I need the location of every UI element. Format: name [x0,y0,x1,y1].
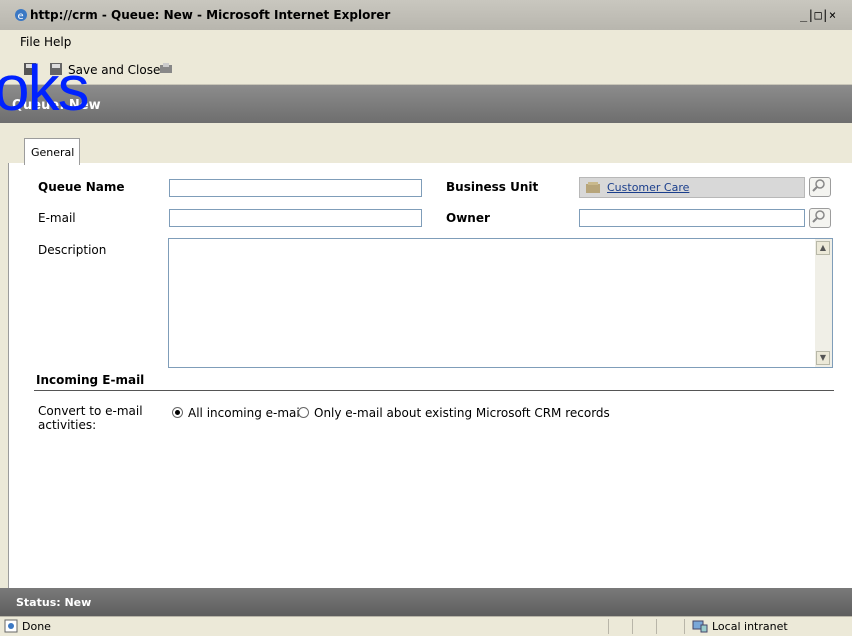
email-label: E-mail [38,211,76,225]
browser-status-text: Done [22,620,51,633]
description-textarea[interactable]: ▲ ▼ [168,238,833,368]
ie-icon: e [15,9,27,22]
owner-input[interactable] [579,209,805,227]
scroll-up-icon[interactable]: ▲ [816,241,830,255]
lookup-icon [812,210,825,223]
page-done-icon [4,619,18,633]
status-separator [608,619,609,634]
email-input[interactable] [169,209,422,227]
business-unit-field: Customer Care [579,177,805,198]
tab-strip [8,123,852,163]
watermark-text: oks [0,52,90,124]
window-title: http://crm - Queue: New - Microsoft Inte… [30,8,391,22]
tab-general[interactable]: General [24,138,80,165]
menu-bar: File Help [0,30,852,52]
toolbar: Save and Close [0,56,852,85]
scroll-down-icon[interactable]: ▼ [816,351,830,365]
owner-label: Owner [446,211,490,225]
radio-existing-records-label: Only e-mail about existing Microsoft CRM… [314,406,610,420]
radio-all-incoming[interactable] [172,407,183,418]
lookup-icon [812,179,825,192]
menu-file[interactable]: File [20,35,40,49]
svg-text:e: e [18,11,24,22]
status-bar: Status: New [0,588,852,616]
convert-label: Convert to e-mail activities: [38,404,143,432]
section-divider [34,390,834,391]
menu-help[interactable]: Help [44,35,71,49]
incoming-email-section-title: Incoming E-mail [36,373,145,387]
business-unit-lookup-button[interactable] [809,177,831,197]
print-icon[interactable] [160,63,172,75]
queue-name-label: Queue Name [38,180,125,194]
tab-general-label: General [31,146,75,159]
browser-status-bar: Done Local intranet [0,616,852,636]
status-text: Status: New [16,596,92,609]
status-separator [632,619,633,634]
business-unit-link[interactable]: Customer Care [607,181,689,194]
window-controls[interactable]: _|□|× [800,8,836,24]
window-titlebar: e http://crm - Queue: New - Microsoft In… [0,0,852,30]
owner-lookup-button[interactable] [809,208,831,228]
zone-label: Local intranet [712,620,788,633]
form-header: Queue: New [0,85,852,123]
status-separator [656,619,657,634]
description-scrollbar[interactable]: ▲ ▼ [815,239,832,367]
business-unit-icon [586,182,600,193]
description-label: Description [38,243,107,257]
status-separator [684,619,685,634]
business-unit-label: Business Unit [446,180,539,194]
queue-name-input[interactable] [169,179,422,197]
radio-all-incoming-label: All incoming e-mail [188,406,304,420]
intranet-icon [692,620,708,633]
radio-existing-records[interactable] [298,407,309,418]
